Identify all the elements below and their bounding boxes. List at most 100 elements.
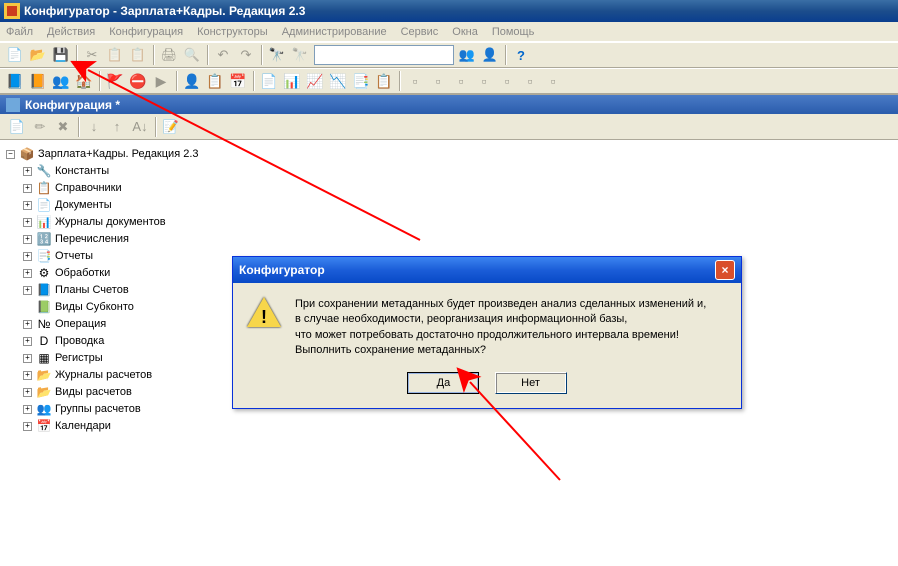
print-button[interactable]: 🖨	[158, 44, 180, 66]
help-button[interactable]: ?	[510, 44, 532, 66]
menu-help[interactable]: Помощь	[492, 26, 535, 38]
tree-item[interactable]: + 📅Календари	[23, 418, 892, 434]
tool-23[interactable]: ▫	[542, 70, 564, 92]
separator	[399, 71, 401, 91]
subwindow-titlebar: Конфигурация *	[0, 94, 898, 114]
expand-icon[interactable]: +	[23, 201, 32, 210]
tool-8[interactable]: 👤	[181, 70, 203, 92]
expand-icon[interactable]: +	[23, 320, 32, 329]
tool-15[interactable]: 📑	[350, 70, 372, 92]
node-label: Документы	[55, 199, 112, 211]
expand-icon[interactable]: +	[23, 167, 32, 176]
cut-button[interactable]: ✂	[81, 44, 103, 66]
subtool-desc[interactable]: 📝	[160, 116, 182, 138]
tool-19[interactable]: ▫	[450, 70, 472, 92]
tool-12[interactable]: 📊	[281, 70, 303, 92]
open-button[interactable]: 📂	[27, 44, 49, 66]
expand-icon[interactable]: +	[23, 405, 32, 414]
tool-3[interactable]: 👥	[50, 70, 72, 92]
expand-icon[interactable]: +	[23, 235, 32, 244]
tool-9[interactable]: 📋	[204, 70, 226, 92]
expand-icon[interactable]: +	[23, 388, 32, 397]
dialog-message: При сохранении метаданных будет произвед…	[295, 297, 706, 358]
tool-6[interactable]: ⛔	[127, 70, 149, 92]
expand-icon[interactable]: +	[23, 286, 32, 295]
dialog-close-button[interactable]: ×	[715, 260, 735, 280]
node-icon: 📋	[36, 181, 52, 195]
node-label: Планы Счетов	[55, 284, 129, 296]
menu-windows[interactable]: Окна	[452, 26, 478, 38]
tool-14[interactable]: 📉	[327, 70, 349, 92]
expand-icon[interactable]: +	[23, 371, 32, 380]
tool-18[interactable]: ▫	[427, 70, 449, 92]
preview-button[interactable]: 🔍	[181, 44, 203, 66]
tree-item[interactable]: +🔢Перечисления	[23, 231, 892, 247]
node-label: Календари	[55, 420, 111, 432]
menu-configuration[interactable]: Конфигурация	[109, 26, 183, 38]
node-icon: 📅	[36, 419, 52, 433]
copy-button[interactable]: 📋	[104, 44, 126, 66]
menu-service[interactable]: Сервис	[401, 26, 439, 38]
tool-17[interactable]: ▫	[404, 70, 426, 92]
dialog-titlebar[interactable]: Конфигуратор ×	[233, 257, 741, 283]
expand-icon[interactable]: +	[23, 218, 32, 227]
find-next-button[interactable]: 🔭	[289, 44, 311, 66]
subwindow-title: Конфигурация *	[25, 98, 120, 112]
separator	[505, 45, 507, 65]
undo-button[interactable]: ↶	[212, 44, 234, 66]
tool-4[interactable]: 🏠	[73, 70, 95, 92]
subtool-2[interactable]: ✏	[29, 116, 51, 138]
redo-button[interactable]: ↷	[235, 44, 257, 66]
tool-21[interactable]: ▫	[496, 70, 518, 92]
node-icon: 🔧	[36, 164, 52, 178]
node-label: Журналы документов	[55, 216, 166, 228]
collapse-icon[interactable]: −	[6, 150, 15, 159]
tool-5[interactable]: 🚩	[104, 70, 126, 92]
save-button[interactable]: 💾	[50, 44, 72, 66]
find-button[interactable]: 🔭	[266, 44, 288, 66]
menu-actions[interactable]: Действия	[47, 26, 95, 38]
expand-icon[interactable]: +	[23, 337, 32, 346]
node-label: Обработки	[55, 267, 110, 279]
search-combo[interactable]	[314, 45, 454, 65]
paste-button[interactable]: 📋	[127, 44, 149, 66]
node-label: Виды Субконто	[55, 301, 134, 313]
tree-item[interactable]: +📋Справочники	[23, 180, 892, 196]
subtool-3[interactable]: ✖	[52, 116, 74, 138]
users-button[interactable]: 👥	[456, 44, 478, 66]
node-label: Отчеты	[55, 250, 93, 262]
toolbar-main: 📄 📂 💾 ✂ 📋 📋 🖨 🔍 ↶ ↷ 🔭 🔭 👥 👤 ?	[0, 42, 898, 68]
subtool-down[interactable]: ↓	[83, 116, 105, 138]
tool-10[interactable]: 📅	[227, 70, 249, 92]
yes-button[interactable]: Да	[407, 372, 479, 394]
separator	[253, 71, 255, 91]
subtool-up[interactable]: ↑	[106, 116, 128, 138]
tool-1[interactable]: 📘	[4, 70, 26, 92]
tool-20[interactable]: ▫	[473, 70, 495, 92]
new-button[interactable]: 📄	[4, 44, 26, 66]
tree-item[interactable]: + 📄Документы	[23, 197, 892, 213]
tool-2[interactable]: 📙	[27, 70, 49, 92]
expand-icon[interactable]: +	[23, 252, 32, 261]
node-icon: 📄	[36, 198, 52, 212]
tree-item[interactable]: +🔧Константы	[23, 163, 892, 179]
expand-icon[interactable]: +	[23, 269, 32, 278]
user-button[interactable]: 👤	[479, 44, 501, 66]
tool-11[interactable]: 📄	[258, 70, 280, 92]
expand-icon[interactable]: +	[23, 184, 32, 193]
tool-7[interactable]: ▶	[150, 70, 172, 92]
tool-16[interactable]: 📋	[373, 70, 395, 92]
no-button[interactable]: Нет	[495, 372, 567, 394]
separator	[155, 117, 157, 137]
menu-admin[interactable]: Администрирование	[282, 26, 387, 38]
tree-item[interactable]: +📊Журналы документов	[23, 214, 892, 230]
menu-constructors[interactable]: Конструкторы	[197, 26, 268, 38]
menu-file[interactable]: Файл	[6, 26, 33, 38]
expand-icon[interactable]: +	[23, 354, 32, 363]
tree-root-node[interactable]: − 📦 Зарплата+Кадры. Редакция 2.3	[6, 146, 892, 162]
tool-22[interactable]: ▫	[519, 70, 541, 92]
subtool-1[interactable]: 📄	[6, 116, 28, 138]
subtool-sort[interactable]: A↓	[129, 116, 151, 138]
tool-13[interactable]: 📈	[304, 70, 326, 92]
expand-icon[interactable]: +	[23, 422, 32, 431]
